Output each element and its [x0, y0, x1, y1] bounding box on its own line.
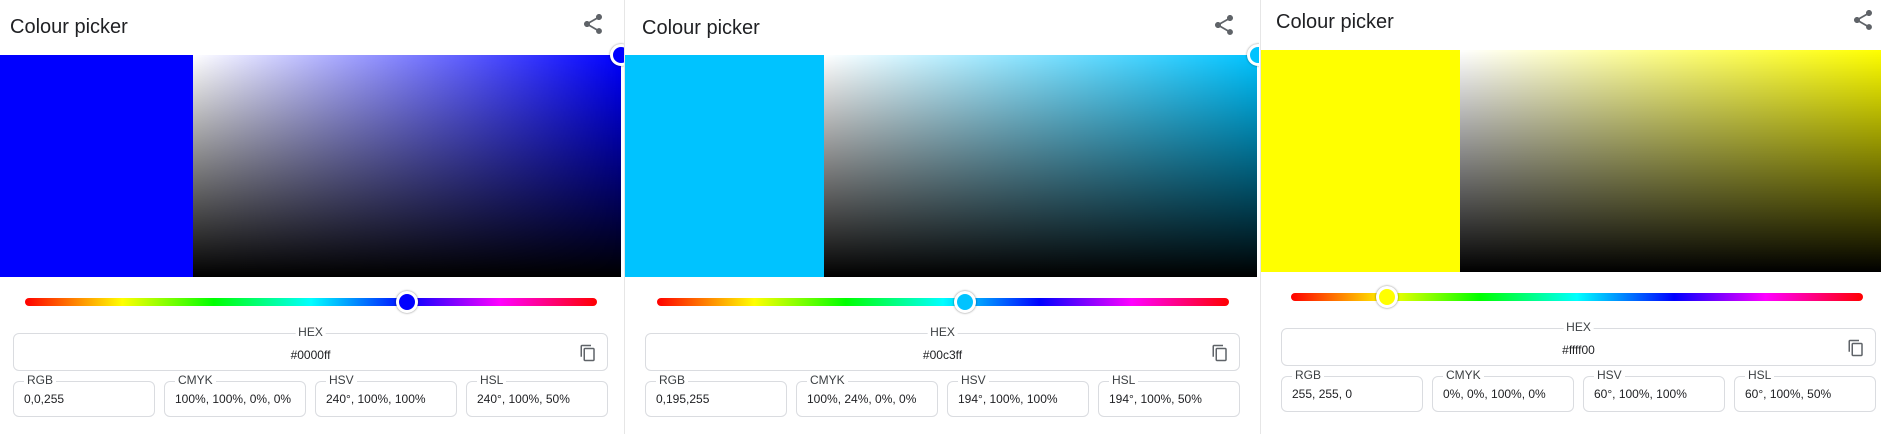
colour-swatch	[0, 55, 193, 277]
hsv-field[interactable]: HSV 240°, 100%, 100%	[315, 373, 457, 417]
saturation-value-area[interactable]	[824, 55, 1257, 277]
hsv-label: HSV	[958, 373, 989, 387]
saturation-value-area[interactable]	[1460, 50, 1881, 272]
hsv-label: HSV	[1594, 368, 1625, 382]
hex-field[interactable]: HEX #ffff00	[1281, 320, 1876, 366]
cmyk-field[interactable]: CMYK 100%, 24%, 0%, 0%	[796, 373, 938, 417]
colour-swatch	[625, 55, 824, 277]
share-icon[interactable]	[1212, 13, 1236, 37]
hsv-label: HSV	[326, 373, 357, 387]
rgb-field[interactable]: RGB 255, 255, 0	[1281, 368, 1423, 412]
hsl-label: HSL	[1109, 373, 1139, 387]
saturation-value-area[interactable]	[193, 55, 621, 277]
rgb-label: RGB	[656, 373, 689, 387]
hsl-field[interactable]: HSL 194°, 100%, 50%	[1098, 373, 1240, 417]
hue-slider-thumb[interactable]	[954, 291, 977, 313]
share-icon[interactable]	[581, 12, 605, 36]
cmyk-value[interactable]: 100%, 100%, 0%, 0%	[175, 392, 291, 406]
hsv-value[interactable]: 194°, 100%, 100%	[958, 392, 1058, 406]
hsl-label: HSL	[1745, 368, 1775, 382]
rgb-value[interactable]: 255, 255, 0	[1292, 387, 1352, 401]
hex-value[interactable]: #00c3ff	[646, 348, 1239, 362]
hex-label: HEX	[1563, 320, 1594, 334]
hex-label: HEX	[927, 325, 958, 339]
cmyk-value[interactable]: 0%, 0%, 100%, 0%	[1443, 387, 1546, 401]
hsl-value[interactable]: 240°, 100%, 50%	[477, 392, 570, 406]
copy-icon[interactable]	[1211, 343, 1229, 363]
panel-title: Colour picker	[1276, 11, 1394, 33]
rgb-value[interactable]: 0,0,255	[24, 392, 64, 406]
hue-slider-thumb[interactable]	[395, 291, 418, 313]
hex-value[interactable]: #0000ff	[14, 348, 607, 362]
cmyk-label: CMYK	[175, 373, 216, 387]
hsl-value[interactable]: 60°, 100%, 50%	[1745, 387, 1831, 401]
hex-field[interactable]: HEX #00c3ff	[645, 325, 1240, 371]
cmyk-label: CMYK	[807, 373, 848, 387]
hsl-field[interactable]: HSL 60°, 100%, 50%	[1734, 368, 1876, 412]
hsv-value[interactable]: 60°, 100%, 100%	[1594, 387, 1687, 401]
copy-icon[interactable]	[579, 343, 597, 363]
rgb-value[interactable]: 0,195,255	[656, 392, 709, 406]
panel-title: Colour picker	[642, 17, 760, 39]
hex-field[interactable]: HEX #0000ff	[13, 325, 608, 371]
colour-swatch	[1261, 50, 1460, 272]
colour-picker-panel-2: Colour picker HEX #00c3ff RGB 0,195,255 …	[625, 0, 1259, 434]
rgb-label: RGB	[24, 373, 57, 387]
hue-slider-thumb[interactable]	[1375, 286, 1398, 308]
hsv-field[interactable]: HSV 60°, 100%, 100%	[1583, 368, 1725, 412]
colour-picker-panel-3: Colour picker HEX #ffff00 RGB 255, 255, …	[1261, 0, 1881, 434]
cmyk-field[interactable]: CMYK 100%, 100%, 0%, 0%	[164, 373, 306, 417]
colour-picker-panel-1: Colour picker HEX #0000ff RGB 0,0,255 CM…	[0, 0, 624, 434]
share-icon[interactable]	[1851, 8, 1875, 32]
hex-label: HEX	[295, 325, 326, 339]
cmyk-label: CMYK	[1443, 368, 1484, 382]
hex-value[interactable]: #ffff00	[1282, 343, 1875, 357]
cmyk-field[interactable]: CMYK 0%, 0%, 100%, 0%	[1432, 368, 1574, 412]
rgb-field[interactable]: RGB 0,0,255	[13, 373, 155, 417]
rgb-label: RGB	[1292, 368, 1325, 382]
rgb-field[interactable]: RGB 0,195,255	[645, 373, 787, 417]
copy-icon[interactable]	[1847, 338, 1865, 358]
hsl-value[interactable]: 194°, 100%, 50%	[1109, 392, 1202, 406]
cmyk-value[interactable]: 100%, 24%, 0%, 0%	[807, 392, 916, 406]
hsl-field[interactable]: HSL 240°, 100%, 50%	[466, 373, 608, 417]
panel-title: Colour picker	[10, 16, 128, 38]
hue-slider[interactable]	[657, 298, 1229, 306]
hsl-label: HSL	[477, 373, 507, 387]
hue-slider[interactable]	[25, 298, 597, 306]
hsv-value[interactable]: 240°, 100%, 100%	[326, 392, 426, 406]
hsv-field[interactable]: HSV 194°, 100%, 100%	[947, 373, 1089, 417]
